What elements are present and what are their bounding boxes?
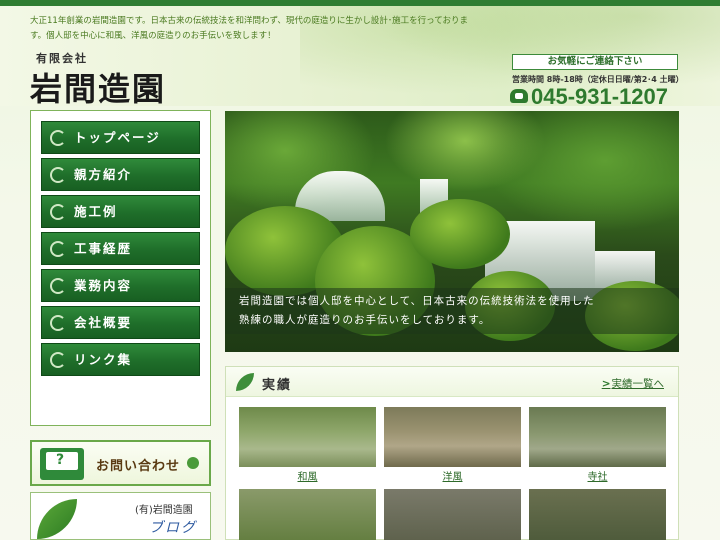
nav-item-label: 親方紹介 xyxy=(74,167,133,182)
blog-banner[interactable]: (有)岩間造園 ブログ xyxy=(30,492,211,540)
phone-text: 045-931-1207 xyxy=(531,84,669,109)
circle-icon xyxy=(50,130,66,146)
circle-icon xyxy=(50,241,66,257)
nav-item-top[interactable]: トップページ xyxy=(41,121,200,154)
header: 大正11年創業の岩間造園です。日本古来の伝統技法を和洋問わず、現代の庭造りに生か… xyxy=(0,6,720,109)
leaf-icon xyxy=(236,373,254,391)
hero-caption-line: 熟練の職人が庭造りのお手伝いをしております。 xyxy=(239,314,491,326)
results-section: 実績 実績一覧へ 和風 洋風 寺社 xyxy=(225,366,679,540)
computer-question-icon xyxy=(40,448,84,480)
header-tagline: 大正11年創業の岩間造園です。日本古来の伝統技法を和洋問わず、現代の庭造りに生か… xyxy=(30,16,468,41)
phone-number[interactable]: 045-931-1207 xyxy=(510,84,668,110)
nav-item-label: 業務内容 xyxy=(74,278,133,293)
nav-item-company[interactable]: 会社概要 xyxy=(41,306,200,339)
nav-item-services[interactable]: 業務内容 xyxy=(41,269,200,302)
side-navigation: トップページ 親方紹介 施工例 工事経歴 業務内容 会社概要 リンク集 xyxy=(30,110,211,426)
result-caption[interactable]: 洋風 xyxy=(384,468,521,483)
nav-item-links[interactable]: リンク集 xyxy=(41,343,200,376)
circle-icon xyxy=(50,204,66,220)
nav-item-examples[interactable]: 施工例 xyxy=(41,195,200,228)
results-header: 実績 実績一覧へ xyxy=(226,367,678,397)
hero-waterfall-image: 岩間造園では個人邸を中心として、日本古来の伝統技術法を使用した 熟練の職人が庭造… xyxy=(225,111,679,352)
leaf-icon xyxy=(37,499,77,539)
telephone-icon xyxy=(510,89,528,103)
result-caption[interactable]: 寺社 xyxy=(529,468,666,483)
contact-banner-label: お問い合わせ xyxy=(96,459,181,474)
nav-item-label: 施工例 xyxy=(74,204,118,219)
contact-banner[interactable]: お問い合わせ xyxy=(30,440,211,486)
contact-prompt: お気軽にご連絡下さい xyxy=(512,54,678,70)
nav-item-label: トップページ xyxy=(74,130,161,145)
result-thumbnail-temple[interactable] xyxy=(529,407,666,467)
blog-banner-company: (有)岩間造園 xyxy=(135,505,193,516)
nav-item-history[interactable]: 工事経歴 xyxy=(41,232,200,265)
result-caption[interactable]: 和風 xyxy=(239,468,376,483)
nav-item-label: リンク集 xyxy=(74,352,133,367)
hero-caption: 岩間造園では個人邸を中心として、日本古来の伝統技術法を使用した 熟練の職人が庭造… xyxy=(225,288,679,334)
results-title: 実績 xyxy=(262,378,293,393)
circle-icon xyxy=(50,167,66,183)
circle-icon xyxy=(50,352,66,368)
hero-caption-line: 岩間造園では個人邸を中心として、日本古来の伝統技術法を使用した xyxy=(239,295,595,307)
result-thumbnail-western[interactable] xyxy=(384,407,521,467)
nav-item-master[interactable]: 親方紹介 xyxy=(41,158,200,191)
results-more-link[interactable]: 実績一覧へ xyxy=(602,376,665,391)
result-thumbnail-japanese[interactable] xyxy=(239,407,376,467)
arrow-icon xyxy=(187,457,199,469)
blog-banner-label: ブログ xyxy=(149,520,197,536)
result-thumbnail[interactable] xyxy=(529,489,666,540)
nav-item-label: 会社概要 xyxy=(74,315,133,330)
nav-item-label: 工事経歴 xyxy=(74,241,133,256)
result-thumbnail[interactable] xyxy=(239,489,376,540)
moss-rock xyxy=(410,199,510,269)
result-thumbnail[interactable] xyxy=(384,489,521,540)
circle-icon xyxy=(50,278,66,294)
circle-icon xyxy=(50,315,66,331)
site-logo[interactable]: 岩間造園 xyxy=(30,64,166,110)
